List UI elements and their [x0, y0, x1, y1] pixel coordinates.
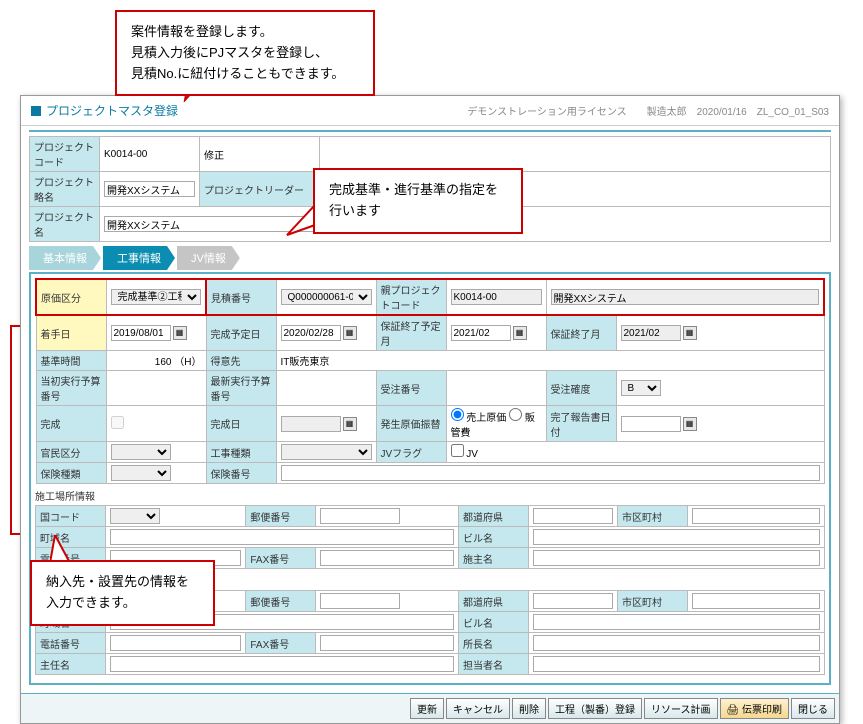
office-fax-input[interactable] [320, 635, 454, 651]
done-date [281, 416, 341, 432]
base-time-label: 基準時間 [36, 351, 106, 371]
tokui-label: 得意先 [206, 351, 276, 371]
kouji-type-select[interactable] [281, 444, 372, 460]
page-title: プロジェクトマスタ登録 [46, 102, 467, 119]
office-tel-input[interactable] [110, 635, 241, 651]
ins-type-label: 保険種類 [36, 463, 106, 484]
ins-no-label: 保険番号 [206, 463, 276, 484]
mode-value: 修正 [200, 137, 320, 172]
site-town-input[interactable] [110, 529, 454, 545]
parent-name [551, 289, 820, 305]
done-checkbox [111, 416, 124, 429]
pj-short-label: プロジェクト略名 [30, 172, 100, 207]
callout-top: 案件情報を登録します。 見積入力後にPJマスタを登録し、 見積No.に紐付けるこ… [115, 10, 375, 96]
report-label: 完了報告書日付 [546, 406, 616, 442]
office-zip-input[interactable] [320, 593, 400, 609]
tabs: 基本情報 工事情報 JV情報 [29, 246, 831, 270]
report-date[interactable] [621, 416, 681, 432]
calendar-icon: ▦ [343, 417, 357, 431]
office-pref-input[interactable] [533, 593, 613, 609]
calendar-icon: ▦ [683, 326, 697, 340]
kouji-type-label: 工事種類 [206, 442, 276, 463]
title-icon [31, 106, 41, 116]
update-button[interactable]: 更新 [410, 698, 444, 719]
pj-name-label: プロジェクト名 [30, 207, 100, 242]
close-button[interactable]: 閉じる [791, 698, 835, 719]
plan-end-date[interactable] [281, 325, 341, 341]
jvflag-label: JVフラグ [376, 442, 446, 463]
juchu-conf-select[interactable]: B [621, 380, 661, 396]
base-time-value: 160 [155, 357, 172, 368]
office-bldg-input[interactable] [533, 614, 820, 630]
ins-no-input[interactable] [281, 465, 820, 481]
warranty-end-date[interactable] [451, 325, 511, 341]
genka-sub-label: 発生原価振替 [376, 406, 446, 442]
footer-buttons: 更新 キャンセル 削除 工程（製番）登録 リソース計画 🖨 伝票印刷 閉じる [21, 693, 839, 723]
cancel-button[interactable]: キャンセル [446, 698, 510, 719]
plan-end-label: 完成予定日 [206, 315, 276, 351]
site-section-title: 施工場所情報 [35, 488, 825, 503]
init-budget-label: 当初実行予算番号 [36, 371, 106, 406]
tab-construction[interactable]: 工事情報 [103, 246, 175, 270]
parent-label: 親プロジェクトコード [376, 279, 446, 315]
pj-short-input[interactable] [104, 181, 195, 197]
office-head-input[interactable] [533, 635, 820, 651]
genka-select[interactable]: 完成基準②工程 [111, 289, 202, 305]
callout-bottom: 納入先・設置先の情報を入力できます。 [30, 560, 215, 626]
pj-code-value: K0014-00 [100, 137, 200, 172]
mitsumori-select[interactable]: Q000000061-00 [281, 289, 372, 305]
radio-uriage[interactable] [451, 408, 464, 421]
office-chief-input[interactable] [110, 656, 454, 672]
juchu-no-label: 受注番号 [376, 371, 446, 406]
mitsumori-label: 見積番号 [206, 279, 276, 315]
site-owner-input[interactable] [533, 550, 820, 566]
header-info: デモンストレーション用ライセンス 製造太郎 2020/01/16 ZL_CO_0… [467, 103, 829, 118]
tokui-value: IT販売東京 [276, 351, 824, 371]
callout-mid: 完成基準・進行基準の指定を行います [313, 168, 523, 234]
start-date[interactable] [111, 325, 171, 341]
office-city-input[interactable] [692, 593, 820, 609]
site-country-select[interactable] [110, 508, 160, 524]
warranty-done-label: 保証終了月 [546, 315, 616, 351]
kanmin-select[interactable] [111, 444, 171, 460]
site-zip-input[interactable] [320, 508, 400, 524]
parent-code [451, 289, 542, 305]
resource-button[interactable]: リソース計画 [644, 698, 718, 719]
juchu-conf-label: 受注確度 [546, 371, 616, 406]
site-city-input[interactable] [692, 508, 820, 524]
warranty-end-label: 保証終了予定月 [376, 315, 446, 351]
ins-type-select[interactable] [111, 465, 171, 481]
leader-label: プロジェクトリーダー [200, 172, 320, 207]
warranty-done-date [621, 325, 681, 341]
kanmin-label: 官民区分 [36, 442, 106, 463]
latest-budget-label: 最新実行予算番号 [206, 371, 276, 406]
calendar-icon[interactable]: ▦ [513, 326, 527, 340]
site-fax-input[interactable] [320, 550, 454, 566]
tab-basic[interactable]: 基本情報 [29, 246, 101, 270]
print-button[interactable]: 🖨 伝票印刷 [720, 698, 789, 719]
pj-code-label: プロジェクトコード [30, 137, 100, 172]
office-person-input[interactable] [533, 656, 820, 672]
delete-button[interactable]: 削除 [512, 698, 546, 719]
tab-jv[interactable]: JV情報 [177, 246, 240, 270]
done-label: 完成 [36, 406, 106, 442]
titlebar: プロジェクトマスタ登録 デモンストレーション用ライセンス 製造太郎 2020/0… [21, 96, 839, 126]
done-date-label: 完成日 [206, 406, 276, 442]
start-label: 着手日 [36, 315, 106, 351]
process-button[interactable]: 工程（製番）登録 [548, 698, 642, 719]
site-bldg-input[interactable] [533, 529, 820, 545]
calendar-icon[interactable]: ▦ [683, 417, 697, 431]
radio-hankan[interactable] [509, 408, 522, 421]
calendar-icon[interactable]: ▦ [343, 326, 357, 340]
calendar-icon[interactable]: ▦ [173, 326, 187, 340]
genka-label: 原価区分 [36, 279, 106, 315]
site-pref-input[interactable] [533, 508, 613, 524]
jv-checkbox[interactable] [451, 444, 464, 457]
